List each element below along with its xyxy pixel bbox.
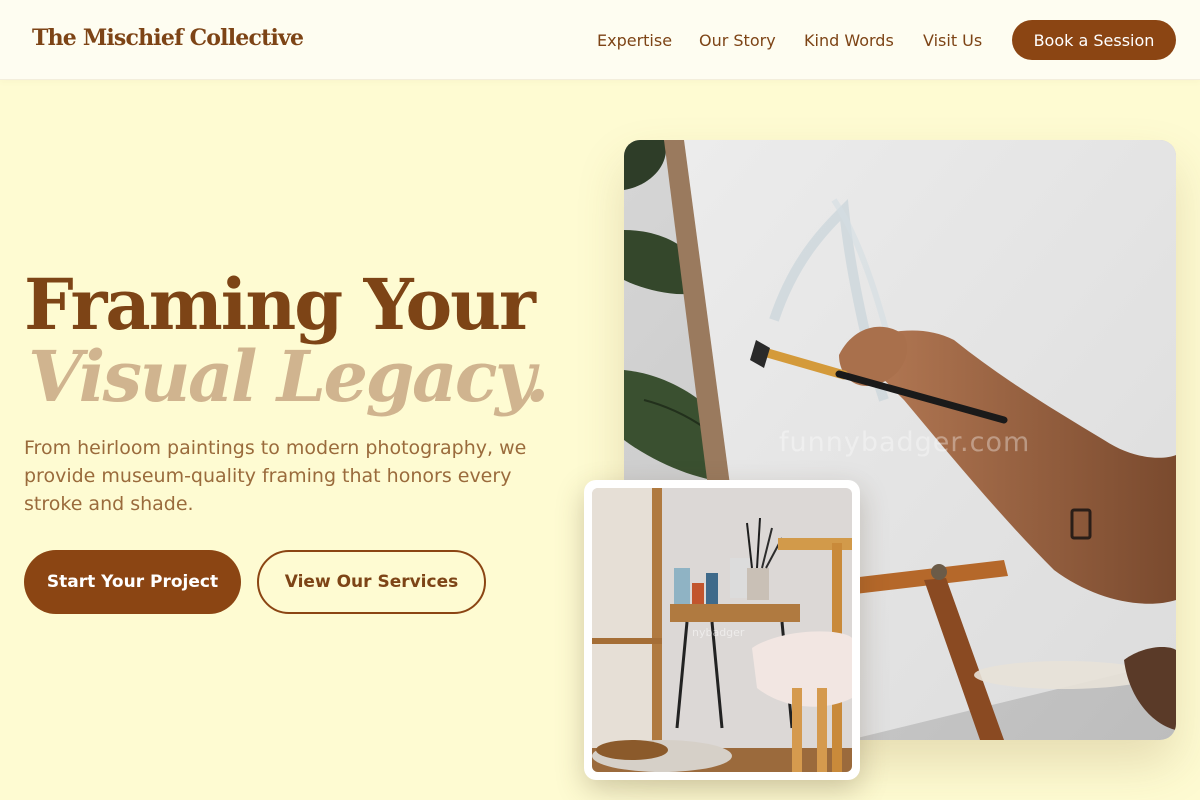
nav-link-our-story[interactable]: Our Story	[699, 31, 776, 50]
inset-image-watermark: nybadger	[692, 626, 745, 639]
hero-description: From heirloom paintings to modern photog…	[24, 437, 527, 515]
site-logo[interactable]: The Mischief Collective	[32, 25, 304, 51]
studio-inset-image: nybadger	[584, 480, 860, 780]
hero-title-line-2: Visual Legacy.	[28, 335, 549, 418]
main-image-watermark: funnybadger.com	[779, 427, 1031, 458]
nav-link-expertise[interactable]: Expertise	[597, 31, 672, 50]
view-services-button[interactable]: View Our Services	[257, 550, 486, 614]
nav-link-visit-us[interactable]: Visit Us	[923, 31, 982, 50]
book-session-button[interactable]: Book a Session	[1012, 20, 1176, 60]
start-project-button[interactable]: Start Your Project	[24, 550, 241, 614]
nav-link-kind-words[interactable]: Kind Words	[804, 31, 894, 50]
site-header: The Mischief Collective Expertise Our St…	[0, 0, 1200, 80]
